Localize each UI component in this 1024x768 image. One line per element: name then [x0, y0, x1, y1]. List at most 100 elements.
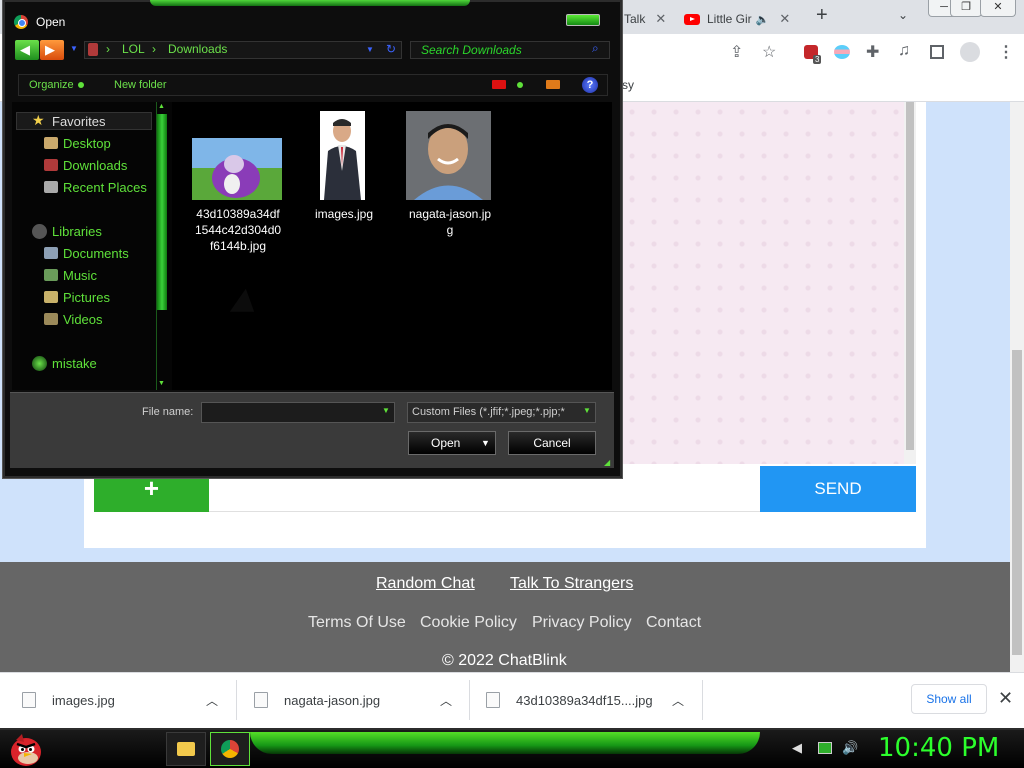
nav-documents[interactable]: Documents	[63, 246, 129, 261]
download-menu-chevron-icon[interactable]: ︿	[440, 672, 452, 728]
file-name-dropdown-icon[interactable]: ▼	[382, 406, 390, 415]
download-menu-chevron-icon[interactable]: ︿	[672, 672, 684, 728]
open-split-chevron-icon[interactable]: ▼	[481, 432, 490, 454]
tab-search-chevron-icon[interactable]: ⌄	[898, 8, 908, 22]
send-button[interactable]: SEND	[760, 466, 916, 512]
start-button-angry-bird-icon[interactable]	[6, 730, 46, 768]
tray-expand-icon[interactable]: ◀	[792, 740, 802, 756]
scroll-down-icon[interactable]: ▼	[158, 380, 165, 387]
file-name-line: 1544c42d304d0	[194, 223, 282, 237]
download-item[interactable]: 43d10389a34df15....jpg	[486, 672, 653, 728]
help-button[interactable]: ?	[582, 77, 598, 93]
download-filename: images.jpg	[52, 692, 115, 708]
download-menu-chevron-icon[interactable]: ︿	[206, 672, 218, 728]
view-icon[interactable]	[492, 80, 506, 89]
tab-close-icon[interactable]: ✕	[779, 11, 790, 27]
menu-kebab-icon[interactable]: ⋮	[998, 42, 1014, 62]
search-icon[interactable]: ⌕	[592, 41, 599, 56]
new-folder-button[interactable]: New folder	[114, 79, 167, 91]
file-thumbnail-man-suit[interactable]	[320, 111, 365, 200]
nav-libraries[interactable]: Libraries	[52, 224, 102, 239]
divider	[236, 680, 237, 720]
flag-extension-icon[interactable]	[834, 45, 850, 59]
breadcrumb-lol[interactable]: LOL	[122, 42, 145, 56]
dialog-close-button[interactable]	[566, 14, 600, 26]
taskbar-glow-decoration	[250, 732, 760, 754]
network-icon[interactable]	[818, 742, 832, 754]
footer-link-privacy-policy[interactable]: Privacy Policy	[532, 614, 632, 632]
address-dropdown-icon[interactable]: ▼	[366, 45, 374, 54]
download-item[interactable]: nagata-jason.jpg	[254, 672, 380, 728]
volume-icon[interactable]: 🔊	[842, 740, 858, 756]
file-name-input[interactable]	[201, 402, 395, 423]
footer-link-random-chat[interactable]: Random Chat	[376, 575, 475, 593]
downloads-icon	[44, 159, 58, 171]
close-download-bar-icon[interactable]: ✕	[998, 688, 1013, 709]
tab-close-icon[interactable]: ✕	[655, 11, 666, 27]
footer-link-terms[interactable]: Terms Of Use	[308, 614, 406, 632]
new-tab-button[interactable]: +	[816, 4, 828, 27]
taskbar-explorer-button[interactable]	[166, 732, 206, 766]
divider	[469, 680, 470, 720]
arrow-left-icon: ◀	[20, 42, 30, 57]
taskbar-chrome-button[interactable]	[210, 732, 250, 766]
media-control-icon[interactable]: ♫	[898, 42, 910, 60]
file-thumbnail-headshot[interactable]	[406, 111, 491, 200]
extensions-puzzle-icon[interactable]: ✚	[866, 42, 879, 62]
preview-pane-icon[interactable]	[546, 80, 560, 89]
tab-youtube[interactable]: Little Gir 🔈 ✕	[684, 4, 790, 34]
nav-desktop[interactable]: Desktop	[63, 136, 111, 151]
scroll-up-icon[interactable]: ▲	[158, 103, 165, 110]
open-button[interactable]: Open ▼	[408, 431, 496, 455]
forward-button[interactable]: ▶	[40, 40, 64, 60]
tab-label: Little Gir	[707, 12, 752, 26]
search-input[interactable]: Search Downloads	[410, 41, 610, 59]
file-name[interactable]: images.jpg	[300, 206, 388, 222]
download-item[interactable]: images.jpg	[22, 672, 115, 728]
nav-recent-places[interactable]: Recent Places	[63, 180, 147, 195]
download-filename: nagata-jason.jpg	[284, 692, 381, 708]
breadcrumb-downloads[interactable]: Downloads	[168, 42, 227, 56]
back-button[interactable]: ◀	[15, 40, 39, 60]
nav-scrollbar-thumb[interactable]	[157, 114, 167, 310]
nav-mistake[interactable]: mistake	[52, 356, 97, 371]
maximize-button[interactable]: ❐	[950, 0, 982, 17]
taskbar-clock[interactable]: 10:40 PM	[878, 733, 999, 763]
file-name-line: 43d10389a34df	[196, 207, 280, 221]
nav-favorites[interactable]: Favorites	[52, 114, 105, 129]
file-name[interactable]: nagata-jason.jp g	[402, 206, 498, 238]
nav-videos[interactable]: Videos	[63, 312, 103, 327]
file-type-dropdown-icon[interactable]: ▼	[583, 406, 591, 415]
footer-link-contact[interactable]: Contact	[646, 614, 701, 632]
resize-grip-icon[interactable]: ◢	[604, 458, 610, 467]
file-icon	[254, 692, 268, 708]
show-all-downloads-button[interactable]: Show all	[911, 684, 987, 714]
chat-scrollbar-thumb[interactable]	[906, 102, 914, 450]
share-icon[interactable]: ⇪	[730, 42, 743, 62]
file-thumbnail-cartoon[interactable]	[192, 138, 282, 200]
view-options-dot-icon[interactable]	[517, 82, 523, 88]
file-name-line: nagata-jason.jp	[408, 207, 492, 221]
nav-downloads[interactable]: Downloads	[63, 158, 127, 173]
tab-talk[interactable]: Talk ✕	[624, 4, 666, 34]
close-window-button[interactable]: ✕	[980, 0, 1016, 17]
speaker-icon[interactable]: 🔈	[756, 13, 770, 26]
page-scrollbar-thumb[interactable]	[1012, 350, 1022, 655]
music-icon	[44, 269, 58, 281]
cancel-button[interactable]: Cancel	[508, 431, 596, 455]
photo-thumbnail-icon	[320, 111, 365, 200]
refresh-icon[interactable]: ↻	[386, 42, 396, 56]
nav-pictures[interactable]: Pictures	[63, 290, 110, 305]
organize-button[interactable]: Organize	[29, 79, 74, 91]
history-chevron-icon[interactable]: ▼	[70, 44, 78, 53]
file-type-select[interactable]: Custom Files (*.jfif;*.jpeg;*.pjp;*	[407, 402, 596, 423]
footer-link-talk-to-strangers[interactable]: Talk To Strangers	[510, 575, 633, 593]
footer-link-cookie-policy[interactable]: Cookie Policy	[420, 614, 517, 632]
bookmark-star-icon[interactable]: ☆	[762, 42, 776, 62]
side-panel-icon[interactable]	[930, 45, 944, 59]
youtube-icon	[684, 13, 700, 25]
file-name[interactable]: 43d10389a34df 1544c42d304d0 f6144b.jpg	[190, 206, 286, 254]
bookmark-item[interactable]: sy	[622, 78, 634, 92]
profile-avatar-icon[interactable]	[960, 42, 980, 62]
nav-music[interactable]: Music	[63, 268, 97, 283]
